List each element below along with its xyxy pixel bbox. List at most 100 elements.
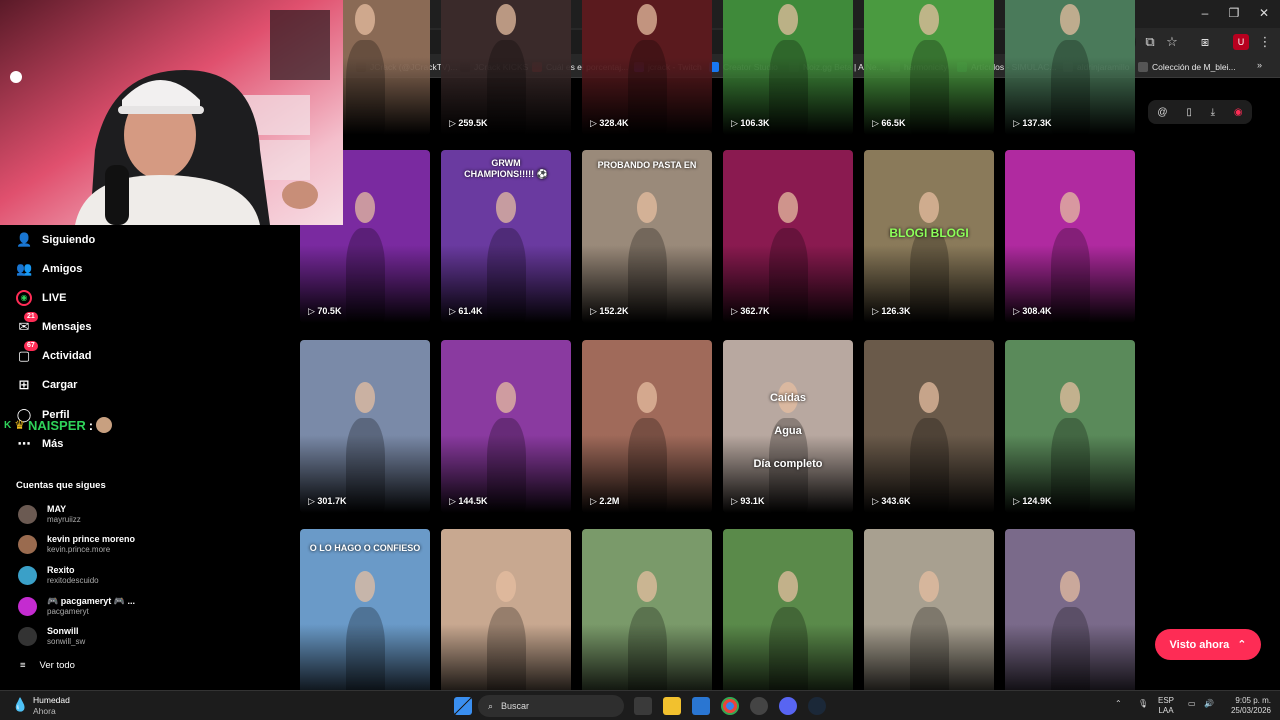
video-tile[interactable]: Caídas Agua Día completo ▷ 93.1K [723, 340, 853, 513]
video-thumbnail-figure [1050, 417, 1090, 513]
microphone-icon[interactable]: 🎙 [1138, 699, 1148, 709]
taskbar-search[interactable]: ⌕ Buscar [478, 695, 624, 717]
video-tile[interactable] [723, 529, 853, 702]
windows-start-icon[interactable] [454, 697, 472, 715]
network-icon[interactable]: ▭ [1188, 699, 1196, 709]
view-count: 106.3K [740, 118, 770, 128]
video-tile[interactable]: ▷ 66.5K [864, 0, 994, 135]
video-tile[interactable]: ▷ 124.9K [1005, 340, 1135, 513]
video-tile[interactable]: O LO HAGO O CONFIESO [300, 529, 430, 702]
video-thumbnail-face [777, 570, 799, 602]
video-tile[interactable]: GRWM CHAMPIONS!!!!! ⚽ ▷ 61.4K [441, 150, 571, 323]
tray-overflow-icon[interactable]: ⌃ [1115, 699, 1122, 709]
kick-icon: K [4, 419, 12, 431]
video-tile[interactable]: ▷ 106.3K [723, 0, 853, 135]
steam-icon[interactable] [808, 697, 826, 715]
clock-time: 9:05 p. m. [1235, 696, 1271, 705]
video-thumbnail-figure [1050, 606, 1090, 702]
video-thumbnail-figure [768, 227, 808, 323]
video-thumbnail-face [1059, 191, 1081, 223]
chrome-icon[interactable] [721, 697, 739, 715]
outlook-icon[interactable] [692, 697, 710, 715]
video-caption: Caídas Agua Día completo [753, 392, 823, 470]
view-count-label: ▷ 343.6K [872, 496, 910, 507]
following-account[interactable]: Sonwill sonwill_sw [18, 624, 85, 648]
video-tile[interactable] [441, 529, 571, 702]
video-tile[interactable]: ▷ 259.5K [441, 0, 571, 135]
sidebar-item-live[interactable]: ◉ LIVE [16, 287, 66, 309]
video-tile[interactable]: ▷ 328.4K [582, 0, 712, 135]
webcam-image [0, 0, 343, 225]
restore-icon[interactable]: ❐ [1227, 6, 1241, 20]
video-tile[interactable]: ▷ 308.4K [1005, 150, 1135, 323]
sidebar-item-friends[interactable]: 👥 Amigos [16, 258, 82, 280]
clock[interactable]: 9:05 p. m. 25/03/2026 [1225, 696, 1271, 716]
following-account[interactable]: kevin prince moreno kevin.prince.more [18, 532, 135, 556]
see-all-link[interactable]: ≡ Ver todo [20, 660, 75, 671]
view-count: 126.3K [881, 306, 911, 316]
bookmark-item[interactable]: Colección de M_blei... [1138, 59, 1236, 75]
view-count: 362.7K [740, 306, 770, 316]
video-tile[interactable] [582, 529, 712, 702]
account-handle: sonwill_sw [47, 636, 86, 646]
video-tile[interactable]: ▷ 362.7K [723, 150, 853, 323]
phone-icon[interactable]: ▯ [1186, 107, 1192, 118]
more-icon: ⋯ [17, 436, 31, 451]
cast-icon[interactable]: ⧉ [1142, 34, 1158, 50]
view-count: 93.1K [740, 496, 765, 506]
volume-icon[interactable]: 🔊 [1204, 699, 1214, 709]
live-icon: ◉ [16, 290, 32, 306]
account-handle: mayruiizz [47, 514, 81, 524]
task-view-icon[interactable] [634, 697, 652, 715]
discord-icon[interactable] [779, 697, 797, 715]
avatar [18, 565, 37, 585]
following-heading: Cuentas que sigues [16, 480, 106, 491]
bookmark-star-icon[interactable]: ☆ [1164, 34, 1180, 50]
video-thumbnail-figure [627, 606, 667, 702]
weather-widget[interactable]: Humedad Ahora [33, 695, 70, 717]
following-account[interactable]: Rexito rexitodescuido [18, 563, 99, 587]
video-thumbnail-face [354, 570, 376, 602]
video-tile[interactable]: BLOGI BLOGI ▷ 126.3K [864, 150, 994, 323]
profile-extension-icon[interactable]: U [1233, 34, 1249, 50]
extensions-icon[interactable]: ⧆ [1197, 34, 1213, 50]
video-thumbnail-face [495, 570, 517, 602]
video-tile[interactable]: ▷ 144.5K [441, 340, 571, 513]
play-count-icon: ▷ [731, 306, 741, 316]
app-icon[interactable] [750, 697, 768, 715]
video-tile[interactable] [1005, 529, 1135, 702]
view-count: 61.4K [458, 306, 483, 316]
sidebar-item-upload[interactable]: ⊞ Cargar [16, 374, 78, 396]
app-icon[interactable]: ◉ [1234, 107, 1243, 118]
webcam-overlay [0, 0, 343, 225]
video-tile[interactable] [864, 529, 994, 702]
video-tile[interactable]: ▷ 343.6K [864, 340, 994, 513]
following-account[interactable]: MAY mayruiizz [18, 502, 81, 526]
search-placeholder: Buscar [501, 701, 530, 711]
visto-ahora-button[interactable]: Visto ahora ⌃ [1155, 629, 1261, 660]
bookmarks-overflow-button[interactable]: » [1257, 60, 1262, 70]
language-indicator[interactable]: ESP LAA [1158, 696, 1174, 716]
video-tile[interactable]: PROBANDO PASTA EN ▷ 152.2K [582, 150, 712, 323]
menu-kebab-icon[interactable]: ⋮ [1257, 34, 1273, 50]
sidebar-item-messages[interactable]: ✉ 21 Mensajes [16, 312, 92, 338]
sidebar-item-activity[interactable]: ▢ 67 Actividad [16, 341, 92, 367]
sidebar-item-more[interactable]: ⋯ Más [16, 433, 64, 455]
download-icon[interactable]: ⤓ [1211, 107, 1215, 118]
close-icon[interactable]: ✕ [1257, 6, 1271, 20]
file-explorer-icon[interactable] [663, 697, 681, 715]
video-tile[interactable]: ▷ 301.7K [300, 340, 430, 513]
at-icon[interactable]: @ [1157, 107, 1167, 118]
sidebar-item-following[interactable]: 👤 Siguiendo [16, 229, 95, 251]
sidebar-item-label: Actividad [42, 350, 92, 362]
video-tile[interactable]: ▷ 137.3K [1005, 0, 1135, 135]
view-count-label: ▷ 301.7K [308, 496, 346, 507]
avatar [18, 534, 37, 554]
video-thumbnail-figure [909, 606, 949, 702]
following-account[interactable]: 🎮 pacgameryt 🎮 ... pacgameryt [18, 594, 135, 618]
avatar [18, 626, 37, 646]
video-tile[interactable]: ▷ 2.2M [582, 340, 712, 513]
video-thumbnail-figure [909, 417, 949, 513]
account-name: kevin prince moreno [47, 533, 136, 544]
minimize-icon[interactable]: – [1198, 6, 1212, 20]
